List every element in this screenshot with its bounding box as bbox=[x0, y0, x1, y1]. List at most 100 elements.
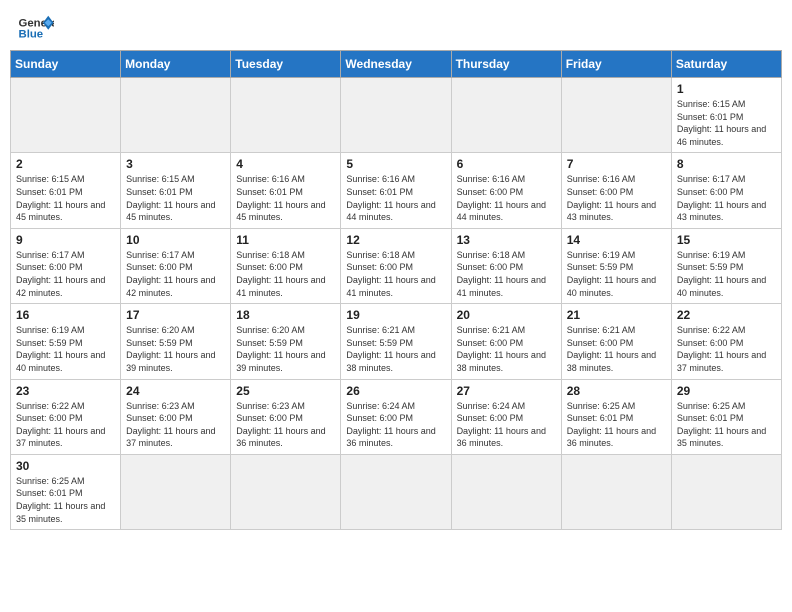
day-info: Sunrise: 6:16 AMSunset: 6:01 PMDaylight:… bbox=[236, 173, 336, 223]
day-number: 13 bbox=[457, 233, 557, 247]
day-cell: 2Sunrise: 6:15 AMSunset: 6:01 PMDaylight… bbox=[11, 153, 121, 228]
day-info: Sunrise: 6:19 AMSunset: 5:59 PMDaylight:… bbox=[677, 249, 777, 299]
header: General Blue bbox=[0, 0, 792, 50]
day-info: Sunrise: 6:23 AMSunset: 6:00 PMDaylight:… bbox=[126, 400, 226, 450]
svg-text:Blue: Blue bbox=[19, 29, 44, 41]
day-cell: 24 Sunrise: 6:23 AMSunset: 6:00 PMDayligh… bbox=[121, 379, 231, 454]
day-number: 5 bbox=[346, 157, 446, 171]
day-cell: 20 Sunrise: 6:21 AMSunset: 6:00 PMDayligh… bbox=[451, 304, 561, 379]
weekday-header-thursday: Thursday bbox=[451, 51, 561, 78]
weekday-header-saturday: Saturday bbox=[671, 51, 781, 78]
day-number: 24 bbox=[126, 384, 226, 398]
day-info: Sunrise: 6:21 AMSunset: 6:00 PMDaylight:… bbox=[567, 324, 667, 374]
day-cell: 27 Sunrise: 6:24 AMSunset: 6:00 PMDayligh… bbox=[451, 379, 561, 454]
day-number: 10 bbox=[126, 233, 226, 247]
day-number: 15 bbox=[677, 233, 777, 247]
day-cell: 16Sunrise: 6:19 AMSunset: 5:59 PMDayligh… bbox=[11, 304, 121, 379]
weekday-header-monday: Monday bbox=[121, 51, 231, 78]
day-info: Sunrise: 6:18 AMSunset: 6:00 PMDaylight:… bbox=[457, 249, 557, 299]
day-number: 14 bbox=[567, 233, 667, 247]
weekday-header-row: SundayMondayTuesdayWednesdayThursdayFrid… bbox=[11, 51, 782, 78]
day-number: 9 bbox=[16, 233, 116, 247]
day-info: Sunrise: 6:19 AMSunset: 5:59 PMDaylight:… bbox=[567, 249, 667, 299]
week-row-3: 16Sunrise: 6:19 AMSunset: 5:59 PMDayligh… bbox=[11, 304, 782, 379]
day-cell: 10 Sunrise: 6:17 AMSunset: 6:00 PMDayligh… bbox=[121, 228, 231, 303]
day-cell bbox=[561, 78, 671, 153]
day-cell bbox=[341, 78, 451, 153]
day-number: 29 bbox=[677, 384, 777, 398]
day-number: 11 bbox=[236, 233, 336, 247]
day-info: Sunrise: 6:16 AMSunset: 6:00 PMDaylight:… bbox=[457, 173, 557, 223]
week-row-5: 30Sunrise: 6:25 AMSunset: 6:01 PMDayligh… bbox=[11, 454, 782, 529]
day-number: 2 bbox=[16, 157, 116, 171]
day-cell: 26 Sunrise: 6:24 AMSunset: 6:00 PMDayligh… bbox=[341, 379, 451, 454]
day-info: Sunrise: 6:21 AMSunset: 5:59 PMDaylight:… bbox=[346, 324, 446, 374]
day-cell bbox=[451, 78, 561, 153]
day-cell: 13 Sunrise: 6:18 AMSunset: 6:00 PMDayligh… bbox=[451, 228, 561, 303]
day-cell: 29 Sunrise: 6:25 AMSunset: 6:01 PMDayligh… bbox=[671, 379, 781, 454]
day-number: 18 bbox=[236, 308, 336, 322]
day-number: 26 bbox=[346, 384, 446, 398]
day-cell bbox=[231, 454, 341, 529]
calendar-page: General Blue SundayMondayTuesdayWednesda… bbox=[0, 0, 792, 612]
day-cell: 5 Sunrise: 6:16 AMSunset: 6:01 PMDaylight… bbox=[341, 153, 451, 228]
week-row-1: 2 Sunrise: 6:15 AMSunset: 6:01 PMDaylight… bbox=[11, 153, 782, 228]
day-number: 1 bbox=[677, 82, 777, 96]
day-cell bbox=[451, 454, 561, 529]
day-cell: 4 Sunrise: 6:16 AMSunset: 6:01 PMDaylight… bbox=[231, 153, 341, 228]
day-info: Sunrise: 6:18 AMSunset: 6:00 PMDaylight:… bbox=[236, 249, 336, 299]
day-cell bbox=[341, 454, 451, 529]
day-info: Sunrise: 6:18 AMSunset: 6:00 PMDaylight:… bbox=[346, 249, 446, 299]
day-info: Sunrise: 6:22 AMSunset: 6:00 PMDaylight:… bbox=[16, 400, 116, 450]
day-info: Sunrise: 6:21 AMSunset: 6:00 PMDaylight:… bbox=[457, 324, 557, 374]
day-cell: 11 Sunrise: 6:18 AMSunset: 6:00 PMDayligh… bbox=[231, 228, 341, 303]
day-number: 25 bbox=[236, 384, 336, 398]
day-number: 3 bbox=[126, 157, 226, 171]
day-cell: 14 Sunrise: 6:19 AMSunset: 5:59 PMDayligh… bbox=[561, 228, 671, 303]
day-cell: 15 Sunrise: 6:19 AMSunset: 5:59 PMDayligh… bbox=[671, 228, 781, 303]
calendar: SundayMondayTuesdayWednesdayThursdayFrid… bbox=[0, 50, 792, 612]
day-cell: 30Sunrise: 6:25 AMSunset: 6:01 PMDayligh… bbox=[11, 454, 121, 529]
day-number: 4 bbox=[236, 157, 336, 171]
day-number: 6 bbox=[457, 157, 557, 171]
day-number: 22 bbox=[677, 308, 777, 322]
calendar-table: SundayMondayTuesdayWednesdayThursdayFrid… bbox=[10, 50, 782, 530]
day-info: Sunrise: 6:24 AMSunset: 6:00 PMDaylight:… bbox=[457, 400, 557, 450]
day-cell: 23 Sunrise: 6:22 AMSunset: 6:00 PMDayligh… bbox=[11, 379, 121, 454]
weekday-header-friday: Friday bbox=[561, 51, 671, 78]
day-cell: 17Sunrise: 6:20 AMSunset: 5:59 PMDayligh… bbox=[121, 304, 231, 379]
day-number: 23 bbox=[16, 384, 116, 398]
day-cell: 7Sunrise: 6:16 AMSunset: 6:00 PMDaylight… bbox=[561, 153, 671, 228]
day-number: 21 bbox=[567, 308, 667, 322]
day-cell: 18 Sunrise: 6:20 AMSunset: 5:59 PMDayligh… bbox=[231, 304, 341, 379]
day-number: 19 bbox=[346, 308, 446, 322]
day-cell bbox=[671, 454, 781, 529]
day-info: Sunrise: 6:25 AMSunset: 6:01 PMDaylight:… bbox=[16, 475, 116, 525]
day-info: Sunrise: 6:20 AMSunset: 5:59 PMDaylight:… bbox=[126, 324, 226, 374]
weekday-header-sunday: Sunday bbox=[11, 51, 121, 78]
logo: General Blue bbox=[18, 14, 54, 42]
day-cell: 21 Sunrise: 6:21 AMSunset: 6:00 PMDayligh… bbox=[561, 304, 671, 379]
day-number: 27 bbox=[457, 384, 557, 398]
day-cell bbox=[121, 454, 231, 529]
day-info: Sunrise: 6:15 AMSunset: 6:01 PMDaylight:… bbox=[677, 98, 777, 148]
weekday-header-tuesday: Tuesday bbox=[231, 51, 341, 78]
day-cell: 3 Sunrise: 6:15 AMSunset: 6:01 PMDaylight… bbox=[121, 153, 231, 228]
week-row-2: 9 Sunrise: 6:17 AMSunset: 6:00 PMDaylight… bbox=[11, 228, 782, 303]
day-info: Sunrise: 6:23 AMSunset: 6:00 PMDaylight:… bbox=[236, 400, 336, 450]
day-cell: 22Sunrise: 6:22 AMSunset: 6:00 PMDayligh… bbox=[671, 304, 781, 379]
week-row-4: 23 Sunrise: 6:22 AMSunset: 6:00 PMDayligh… bbox=[11, 379, 782, 454]
day-info: Sunrise: 6:20 AMSunset: 5:59 PMDaylight:… bbox=[236, 324, 336, 374]
day-info: Sunrise: 6:16 AMSunset: 6:00 PMDaylight:… bbox=[567, 173, 667, 223]
day-info: Sunrise: 6:16 AMSunset: 6:01 PMDaylight:… bbox=[346, 173, 446, 223]
day-info: Sunrise: 6:15 AMSunset: 6:01 PMDaylight:… bbox=[126, 173, 226, 223]
day-info: Sunrise: 6:24 AMSunset: 6:00 PMDaylight:… bbox=[346, 400, 446, 450]
day-number: 20 bbox=[457, 308, 557, 322]
day-cell: 6 Sunrise: 6:16 AMSunset: 6:00 PMDaylight… bbox=[451, 153, 561, 228]
day-info: Sunrise: 6:17 AMSunset: 6:00 PMDaylight:… bbox=[126, 249, 226, 299]
day-info: Sunrise: 6:19 AMSunset: 5:59 PMDaylight:… bbox=[16, 324, 116, 374]
day-cell: 9Sunrise: 6:17 AMSunset: 6:00 PMDaylight… bbox=[11, 228, 121, 303]
day-cell: 8Sunrise: 6:17 AMSunset: 6:00 PMDaylight… bbox=[671, 153, 781, 228]
day-cell bbox=[231, 78, 341, 153]
day-info: Sunrise: 6:25 AMSunset: 6:01 PMDaylight:… bbox=[677, 400, 777, 450]
